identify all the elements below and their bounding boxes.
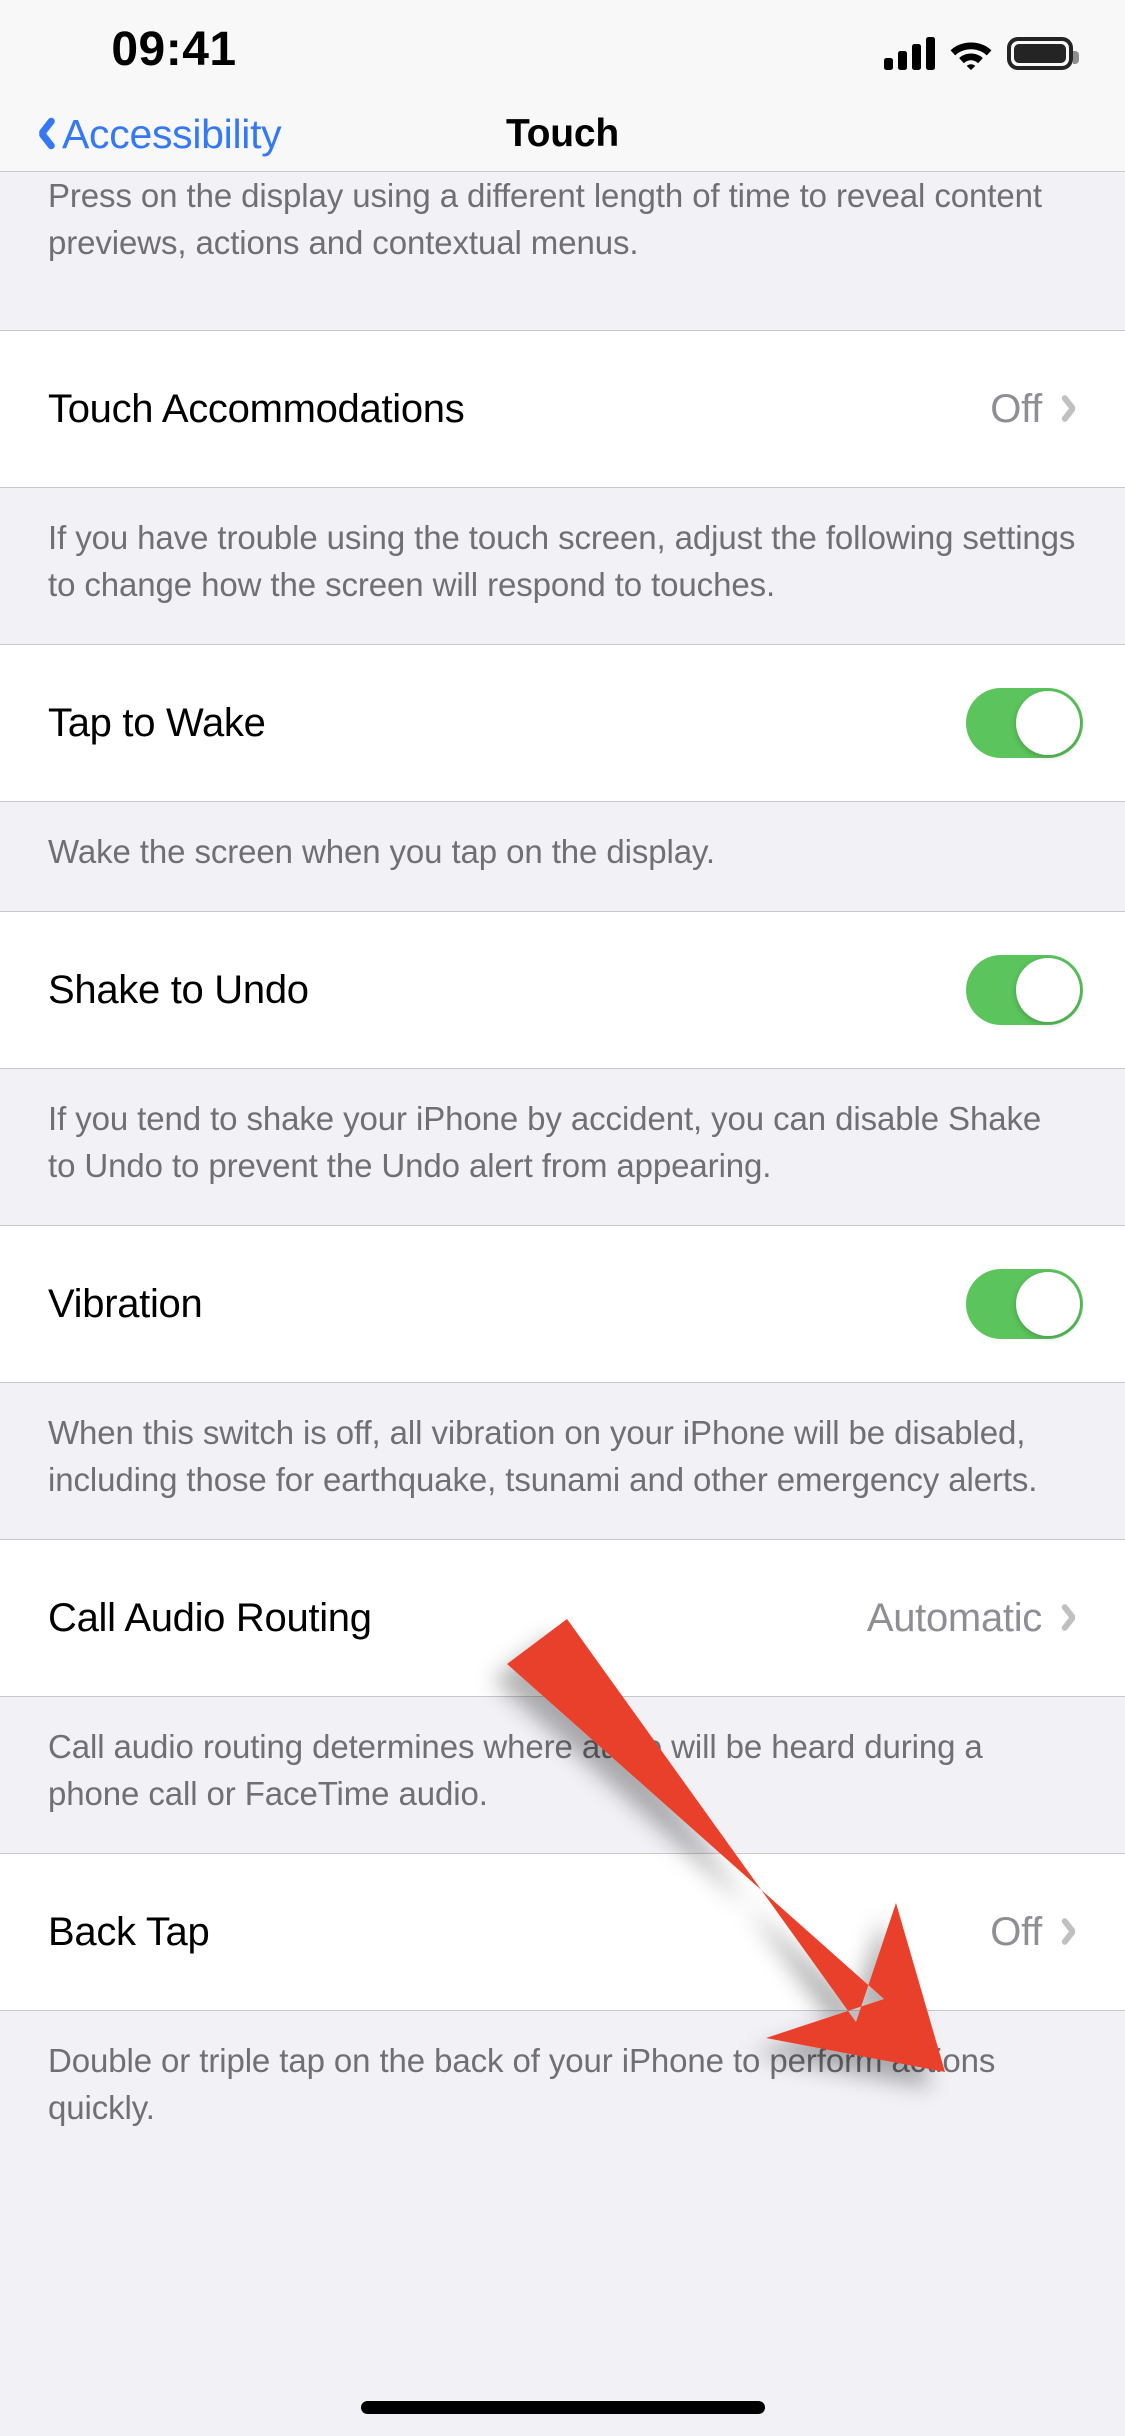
toggle-vibration[interactable] <box>966 1269 1083 1339</box>
row-call-audio-routing[interactable]: Call Audio Routing Automatic <box>0 1539 1125 1697</box>
row-shake-to-undo[interactable]: Shake to Undo <box>0 911 1125 1069</box>
row-value: Automatic <box>866 1595 1042 1640</box>
toggle-shake-to-undo[interactable] <box>966 955 1083 1025</box>
settings-list[interactable]: Press on the display using a different l… <box>0 172 1125 2436</box>
footer-back-tap: Double or triple tap on the back of your… <box>0 2011 1125 2167</box>
row-label: Vibration <box>48 1281 203 1326</box>
toggle-tap-to-wake[interactable] <box>966 688 1083 758</box>
status-bar: 09:41 <box>0 0 1125 96</box>
group-gap <box>0 270 1125 330</box>
footer-shake-to-undo: If you tend to shake your iPhone by acci… <box>0 1069 1125 1225</box>
row-back-tap[interactable]: Back Tap Off <box>0 1853 1125 2011</box>
row-touch-accommodations[interactable]: Touch Accommodations Off <box>0 330 1125 488</box>
wifi-icon <box>949 37 993 70</box>
row-label: Shake to Undo <box>48 967 309 1012</box>
chevron-right-icon <box>1066 1602 1083 1634</box>
row-label: Call Audio Routing <box>48 1595 372 1640</box>
chevron-right-icon <box>1066 1916 1083 1948</box>
cellular-signal-icon <box>884 36 935 70</box>
row-label: Tap to Wake <box>48 700 266 745</box>
toggle-knob <box>1016 1272 1080 1336</box>
row-value: Off <box>990 1909 1042 1954</box>
footer-haptic-touch: Press on the display using a different l… <box>0 172 1125 270</box>
footer-call-audio-routing: Call audio routing determines where audi… <box>0 1697 1125 1853</box>
footer-touch-accommodations: If you have trouble using the touch scre… <box>0 488 1125 644</box>
home-indicator <box>360 2401 765 2414</box>
iphone-screen: 09:41 Accessibility Touch Press on the d… <box>0 0 1125 2436</box>
toggle-knob <box>1016 958 1080 1022</box>
footer-tap-to-wake: Wake the screen when you tap on the disp… <box>0 802 1125 911</box>
toggle-knob <box>1016 691 1080 755</box>
row-label: Touch Accommodations <box>48 386 465 431</box>
footer-vibration: When this switch is off, all vibration o… <box>0 1383 1125 1539</box>
navigation-bar: Accessibility Touch <box>0 96 1125 172</box>
row-value: Off <box>990 386 1042 431</box>
battery-full-icon <box>1007 37 1079 70</box>
page-title: Touch <box>505 112 620 155</box>
row-label: Back Tap <box>48 1909 210 1954</box>
row-tap-to-wake[interactable]: Tap to Wake <box>0 644 1125 802</box>
status-bar-indicators <box>884 30 1079 70</box>
status-bar-time: 09:41 <box>111 23 237 76</box>
row-vibration[interactable]: Vibration <box>0 1225 1125 1383</box>
chevron-right-icon <box>1066 393 1083 425</box>
